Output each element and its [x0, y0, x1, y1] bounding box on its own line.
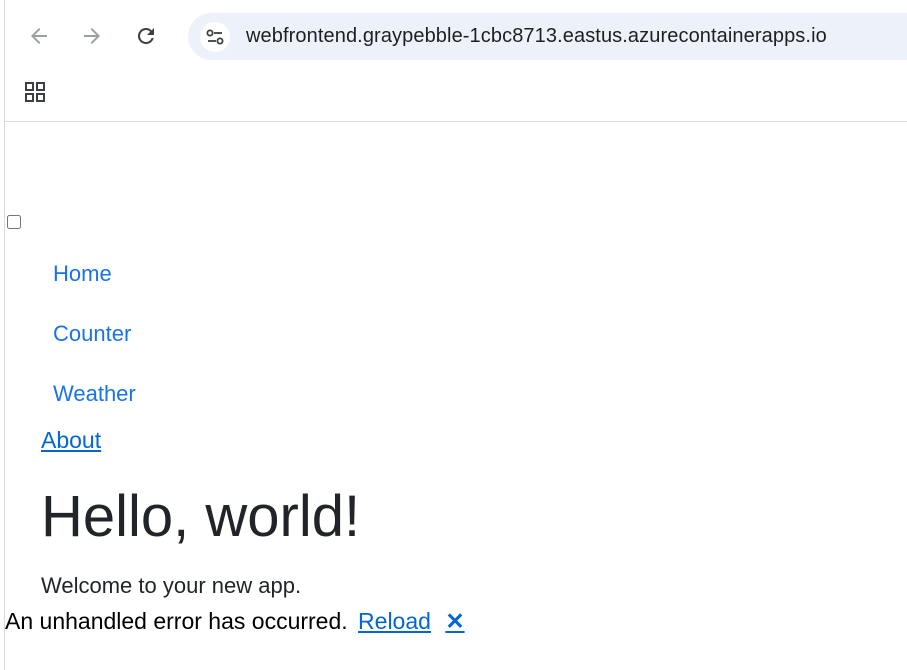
back-button[interactable] [23, 20, 55, 52]
nav-link-home[interactable]: Home [53, 261, 112, 287]
site-info-button[interactable] [200, 21, 230, 52]
forward-button[interactable] [76, 20, 108, 52]
url-text[interactable]: webfrontend.graypebble-1cbc8713.eastus.a… [246, 25, 827, 48]
apps-grid-icon[interactable] [23, 80, 47, 104]
browser-toolbar: webfrontend.graypebble-1cbc8713.eastus.a… [5, 0, 907, 72]
page-title: Hello, world! [41, 484, 361, 549]
error-reload-link[interactable]: Reload [358, 608, 431, 634]
address-bar[interactable]: webfrontend.graypebble-1cbc8713.eastus.a… [188, 13, 907, 60]
page-content: Home Counter Weather About Hello, world!… [5, 122, 907, 670]
browser-window: webfrontend.graypebble-1cbc8713.eastus.a… [0, 0, 907, 670]
blazor-error-ui: An unhandled error has occurred. Reload … [5, 608, 465, 635]
bookmarks-bar [5, 72, 907, 122]
welcome-text: Welcome to your new app. [41, 573, 302, 598]
arrow-left-icon [31, 28, 47, 44]
nav-link-weather[interactable]: Weather [53, 381, 136, 407]
reload-icon [137, 27, 154, 44]
tune-icon [206, 29, 224, 44]
reload-button[interactable] [130, 20, 162, 52]
about-link[interactable]: About [41, 427, 101, 454]
nav-link-counter[interactable]: Counter [53, 321, 131, 347]
arrow-right-icon [84, 28, 100, 44]
error-message: An unhandled error has occurred. [5, 608, 348, 634]
navbar-toggler-checkbox[interactable] [7, 215, 21, 229]
dismiss-icon[interactable]: ✕ [445, 608, 464, 635]
